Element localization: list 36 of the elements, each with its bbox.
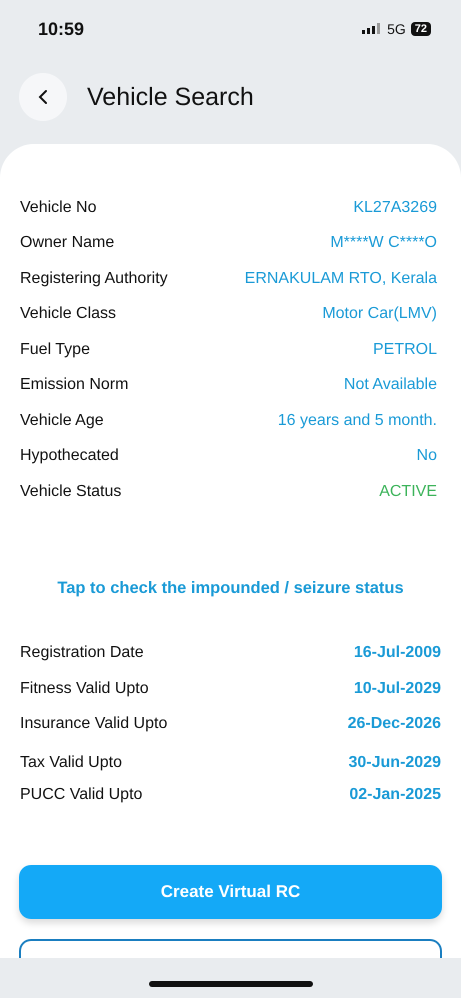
field-value: PETROL [372, 340, 437, 359]
field-value: 26-Dec-2026 [348, 715, 441, 734]
field-label: Fitness Valid Upto [20, 680, 149, 698]
battery-indicator: 72 [410, 22, 431, 36]
field-value: Motor Car(LMV) [322, 305, 437, 324]
field-label: Owner Name [20, 234, 114, 252]
field-label: PUCC Valid Upto [20, 786, 142, 804]
network-label: 5G [387, 21, 406, 37]
field-label: Hypothecated [20, 447, 119, 466]
field-value: 02-Jan-2025 [349, 786, 441, 804]
field-label: Vehicle Class [20, 305, 116, 324]
field-value: M****W C****O [330, 234, 437, 252]
field-value: KL27A3269 [353, 198, 437, 217]
impound-status-link[interactable]: Tap to check the impounded / seizure status [0, 578, 461, 598]
page-title: Vehicle Search [87, 82, 254, 112]
status-time: 10:59 [38, 18, 84, 40]
field-value: Not Available [344, 376, 437, 394]
field-label: Registering Authority [20, 270, 168, 288]
field-label: Insurance Valid Upto [20, 715, 168, 734]
field-value: 30-Jun-2029 [348, 754, 441, 772]
field-label: Registration Date [20, 644, 144, 662]
field-value: 16-Jul-2009 [354, 644, 441, 662]
field-value: ERNAKULAM RTO, Kerala [244, 270, 437, 288]
field-label: Vehicle No [20, 198, 96, 217]
field-value: ACTIVE [379, 482, 437, 501]
field-value: 10-Jul-2029 [354, 680, 441, 698]
outline-button[interactable] [19, 938, 442, 958]
field-label: Vehicle Age [20, 412, 104, 430]
field-value: 16 years and 5 month. [278, 412, 437, 430]
field-value: No [416, 447, 437, 466]
signal-icon [362, 23, 382, 35]
field-label: Fuel Type [20, 340, 90, 359]
field-label: Emission Norm [20, 376, 128, 394]
create-virtual-rc-button[interactable]: Create Virtual RC [19, 864, 442, 918]
field-label: Vehicle Status [20, 482, 122, 501]
field-label: Tax Valid Upto [20, 754, 122, 772]
